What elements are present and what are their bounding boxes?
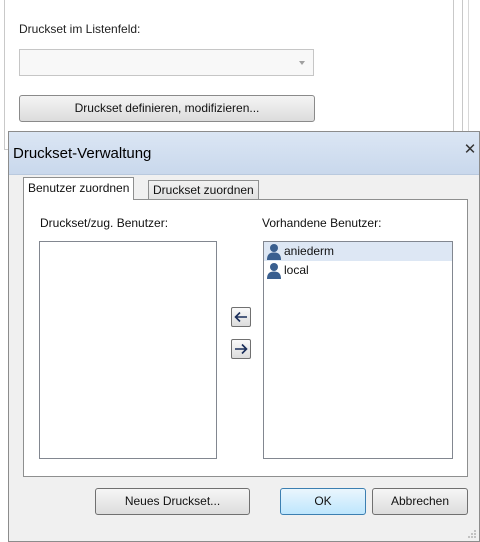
list-item-label: local [284,263,309,277]
close-icon[interactable]: ✕ [463,142,477,157]
tab-benutzer-zuordnen[interactable]: Benutzer zuordnen [23,177,135,200]
new-druckset-button[interactable]: Neues Druckset... [95,488,250,515]
add-user-button[interactable] [231,307,251,327]
list-item-label: aniederm [284,244,335,258]
tab-page: Druckset/zug. Benutzer: Vorhandene Benut… [23,199,468,477]
resize-grip-icon[interactable] [467,529,477,539]
right-arrow-icon [235,343,248,355]
remove-user-button[interactable] [231,339,251,359]
chevron-down-icon[interactable] [299,61,305,65]
available-users-label: Vorhandene Benutzer: [262,216,382,230]
assigned-users-label: Druckset/zug. Benutzer: [40,216,169,230]
ok-button[interactable]: OK [280,488,366,515]
left-arrow-icon [234,311,247,323]
cancel-button[interactable]: Abbrechen [372,488,468,515]
dialog-titlebar[interactable]: Druckset-Verwaltung ✕ [9,132,479,175]
list-item[interactable]: local [264,261,452,280]
assigned-users-list[interactable] [39,241,217,459]
druckset-dialog: Druckset-Verwaltung ✕ Benutzer zuordnen … [8,131,480,542]
available-users-list[interactable]: aniederm local [263,241,453,459]
list-item[interactable]: aniederm [264,242,452,261]
dialog-title: Druckset-Verwaltung [13,145,152,162]
druckset-list-label: Druckset im Listenfeld: [19,22,141,36]
tab-druckset-zuordnen[interactable]: Druckset zuordnen [148,180,259,200]
user-icon [267,244,281,260]
druckset-combobox[interactable] [19,49,314,76]
user-icon [267,263,281,279]
define-druckset-button[interactable]: Druckset definieren, modifizieren... [19,95,315,122]
